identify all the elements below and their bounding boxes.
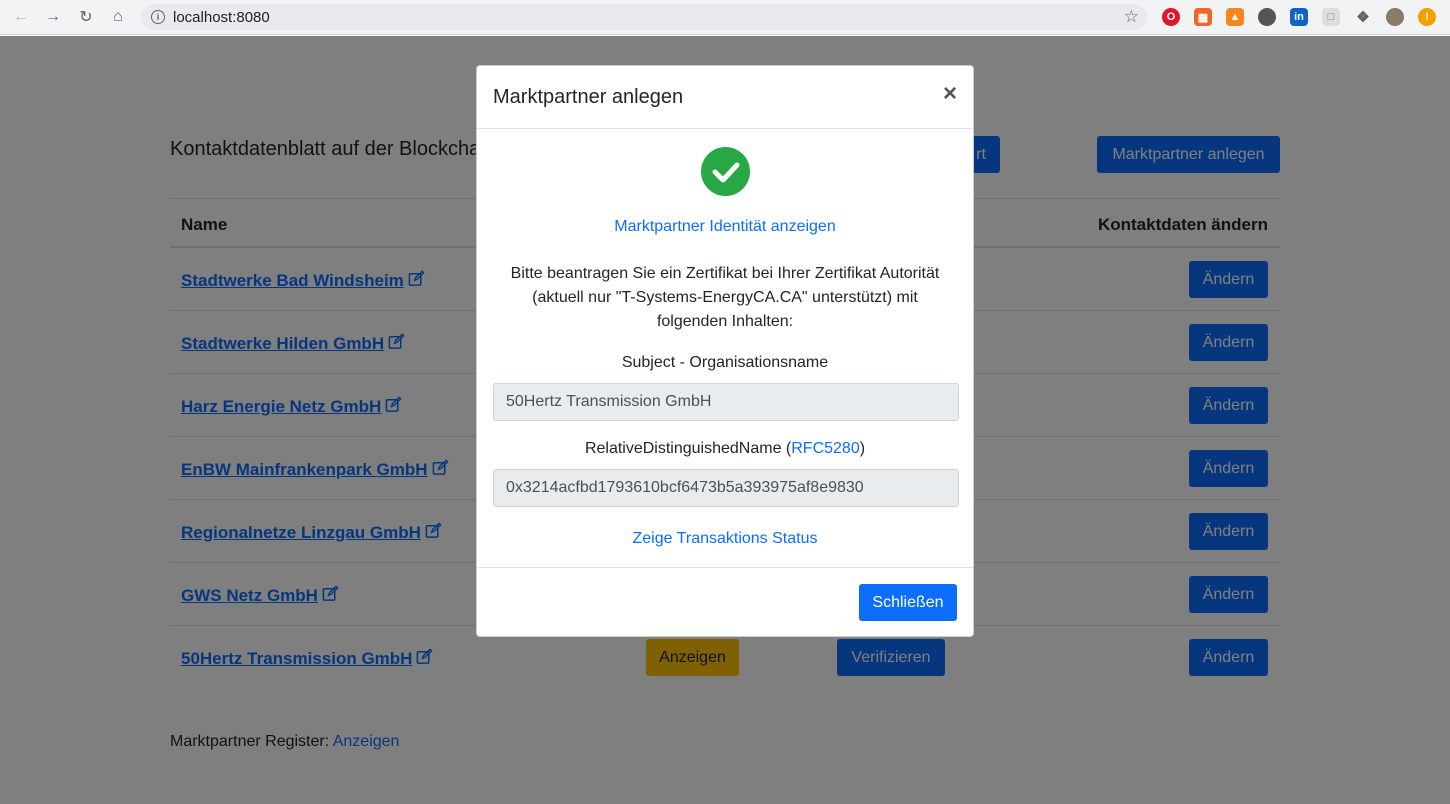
opera-extension-icon[interactable]: O — [1162, 8, 1180, 26]
rdn-label-suffix: ) — [859, 440, 866, 457]
reload-icon[interactable]: ↻ — [74, 5, 98, 29]
bookmark-star-icon[interactable]: ☆ — [1124, 7, 1139, 27]
close-button[interactable]: Schließen — [859, 584, 957, 621]
close-icon[interactable]: × — [943, 82, 957, 106]
clipboard-extension-icon[interactable]: □ — [1322, 8, 1340, 26]
transaction-status-link[interactable]: Zeige Transaktions Status — [477, 530, 973, 548]
info-icon[interactable]: i — [151, 10, 165, 24]
organisation-name-field[interactable] — [493, 383, 959, 421]
extensions-puzzle-icon[interactable]: ❖ — [1354, 8, 1372, 26]
rdn-field[interactable] — [493, 469, 959, 507]
forward-icon[interactable]: → — [41, 5, 65, 29]
profile-avatar[interactable] — [1386, 8, 1404, 26]
subject-label: Subject - Organisationsname — [621, 354, 829, 371]
certificate-instructions: Bitte beantragen Sie ein Zertifikat bei … — [510, 265, 940, 330]
create-partner-modal: Marktpartner anlegen × Marktpartner Iden… — [476, 65, 974, 637]
browser-toolbar: ← → ↻ ⌂ i localhost:8080 ☆ O ▦ ▲ in □ ❖ … — [0, 0, 1450, 35]
update-alert-icon[interactable]: ! — [1418, 8, 1436, 26]
metamask-extension-icon[interactable]: ▲ — [1226, 8, 1244, 26]
address-bar[interactable]: i localhost:8080 ☆ — [141, 4, 1147, 30]
layout-extension-icon[interactable]: ▦ — [1194, 8, 1212, 26]
rfc5280-link[interactable]: RFC5280 — [791, 440, 859, 457]
success-check-icon — [701, 147, 750, 196]
show-identity-link[interactable]: Marktpartner Identität anzeigen — [477, 218, 973, 236]
home-icon[interactable]: ⌂ — [106, 5, 130, 29]
modal-footer: Schließen — [477, 567, 973, 637]
rdn-label: RelativeDistinguishedName (RFC5280) — [477, 440, 973, 458]
back-icon[interactable]: ← — [9, 5, 33, 29]
url-text: localhost:8080 — [173, 8, 270, 26]
modal-header: Marktpartner anlegen × — [477, 66, 973, 129]
modal-title: Marktpartner anlegen — [493, 86, 684, 108]
linkedin-extension-icon[interactable]: in — [1290, 8, 1308, 26]
rdn-label-prefix: RelativeDistinguishedName ( — [584, 440, 792, 457]
circle-extension-icon[interactable] — [1258, 8, 1276, 26]
modal-body: Marktpartner Identität anzeigen Bitte be… — [477, 129, 973, 567]
